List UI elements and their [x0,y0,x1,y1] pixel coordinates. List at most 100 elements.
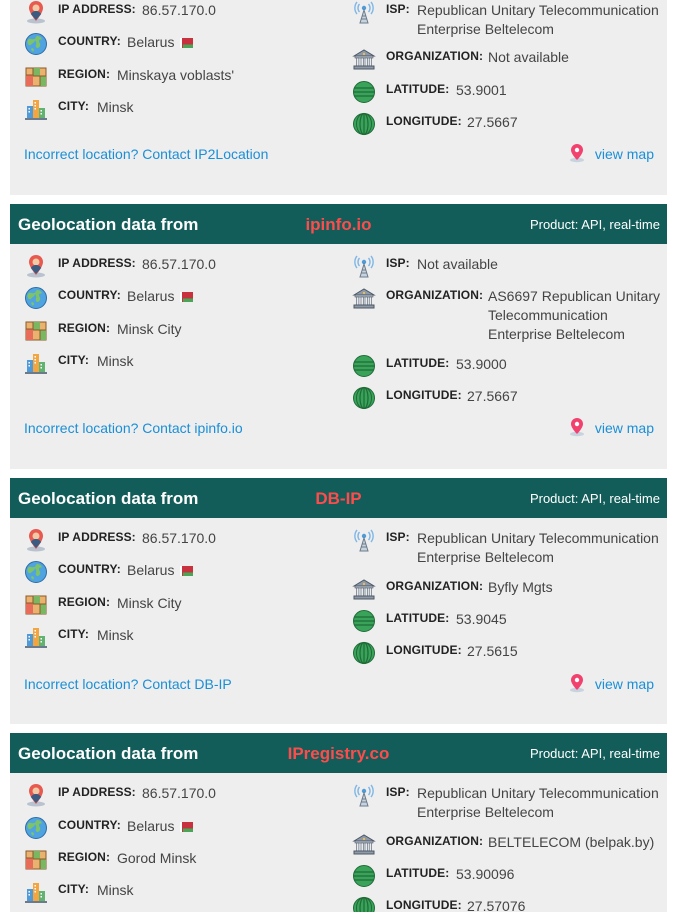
geolocation-card: Geolocation data from DB-IP Product: API, … [10,478,667,724]
region-label: REGION: [58,321,111,335]
info-row-isp: ISP: Republican Unitary Telecommunication… [352,783,659,820]
view-map-link[interactable]: view map [567,143,654,163]
region-value: Minsk City [117,321,182,337]
organization-building-icon [352,577,376,601]
city-label: CITY: [58,882,89,896]
region-value: Gorod Minsk [117,850,197,866]
info-row-city: CITY: Minsk [24,351,324,375]
isp-value-line: Enterprise Beltelecom [417,804,554,820]
isp-label: ISP: [386,2,410,16]
map-pin-icon [567,673,587,693]
ip-label: IP ADDRESS: [58,2,136,16]
latitude-globe-icon [352,609,376,633]
info-row-org: ORGANIZATION: BELTELECOM (belpak.by) [352,832,654,856]
info-row-org: ORGANIZATION: AS6697 Republican Unitary Te… [352,286,660,342]
region-map-icon [24,593,48,617]
antenna-tower-icon [352,528,376,552]
region-label: REGION: [58,67,111,81]
info-row-region: REGION: Minsk City [24,319,324,343]
incorrect-location-link[interactable]: Incorrect location? Contact IP2Location [24,146,268,162]
product-info: Product: API, real-time [529,491,660,506]
org-value-line: Enterprise Beltelecom [488,326,625,342]
antenna-tower-icon [352,254,376,278]
product-info: Product: API, real-time [529,746,660,761]
info-row-region: REGION: Gorod Minsk [24,848,324,872]
antenna-tower-icon [352,783,376,807]
lat-label: LATITUDE: [386,356,450,370]
view-map-link[interactable]: view map [567,673,654,693]
globe-icon [24,560,48,584]
info-row-lat: LATITUDE: 53.9045 [352,609,652,633]
city-value: Minsk [97,353,134,369]
org-label: ORGANIZATION: [386,49,484,63]
map-pin-icon [567,143,587,163]
info-row-country: COUNTRY: Belarus [24,560,324,584]
isp-value-line: Not available [417,256,498,272]
card-header: Geolocation data from ipinfo.io Product: A… [10,204,667,244]
product-info: Product: API, real-time [529,217,660,232]
org-value-line: Not available [488,49,569,65]
org-value-line: Byfly Mgts [488,579,553,595]
info-row-ip: IP ADDRESS: 86.57.170.0 [24,254,324,278]
city-value: Minsk [97,882,134,898]
latitude-globe-icon [352,864,376,888]
ip-label: IP ADDRESS: [58,785,136,799]
info-row-ip: IP ADDRESS: 86.57.170.0 [24,528,324,552]
view-map-link[interactable]: view map [567,417,654,437]
lon-value: 27.5615 [467,643,518,659]
country-label: COUNTRY: [58,34,121,48]
lat-label: LATITUDE: [386,82,450,96]
card-header: Geolocation data from DB-IP Product: API, … [10,478,667,518]
org-label: ORGANIZATION: [386,288,484,302]
info-row-lat: LATITUDE: 53.90096 [352,864,652,888]
info-row-lat: LATITUDE: 53.9001 [352,80,652,104]
belarus-flag-icon [180,822,193,832]
city-label: CITY: [58,353,89,367]
incorrect-location-link[interactable]: Incorrect location? Contact DB-IP [24,676,232,692]
city-value: Minsk [97,627,134,643]
ip-value: 86.57.170.0 [142,530,216,546]
city-value: Minsk [97,99,134,115]
region-value: Minskaya voblasts' [117,67,235,83]
info-row-lon: LONGITUDE: 27.5667 [352,112,652,136]
longitude-globe-icon [352,896,376,912]
ip-person-pin-icon [24,254,48,278]
organization-building-icon [352,286,376,310]
geolocation-card: Geolocation data from ipinfo.io Product: A… [10,204,667,469]
info-row-ip: IP ADDRESS: 86.57.170.0 [24,0,324,24]
lon-value: 27.5667 [467,114,518,130]
info-row-city: CITY: Minsk [24,97,324,121]
latitude-globe-icon [352,354,376,378]
globe-icon [24,286,48,310]
isp-value-line: Enterprise Beltelecom [417,549,554,565]
incorrect-location-link[interactable]: Incorrect location? Contact ipinfo.io [24,420,243,436]
info-row-city: CITY: Minsk [24,625,324,649]
latitude-globe-icon [352,80,376,104]
info-row-lat: LATITUDE: 53.9000 [352,354,652,378]
card-header: Geolocation data from IPregistry.co Produc… [10,733,667,773]
lon-label: LONGITUDE: [386,643,462,657]
country-value: Belarus [127,34,175,50]
geolocation-card: IP ADDRESS: 86.57.170.0 COUNTRY: Belarus REG… [10,0,667,195]
isp-label: ISP: [386,530,410,544]
ip-value: 86.57.170.0 [142,2,216,18]
view-map-label: view map [594,146,654,162]
info-row-country: COUNTRY: Belarus [24,32,324,56]
antenna-tower-icon [352,0,376,24]
geolocation-page: IP ADDRESS: 86.57.170.0 COUNTRY: Belarus REG… [0,0,686,912]
org-label: ORGANIZATION: [386,579,484,593]
ip-person-pin-icon [24,528,48,552]
lat-value: 53.9045 [456,611,507,627]
organization-building-icon [352,832,376,856]
lon-value: 27.5667 [467,388,518,404]
info-row-lon: LONGITUDE: 27.57076 [352,896,652,912]
ip-person-pin-icon [24,783,48,807]
region-map-icon [24,65,48,89]
info-row-isp: ISP: Not available [352,254,652,278]
isp-value-line: Republican Unitary Telecommunication [417,530,659,546]
lon-value: 27.57076 [467,898,526,912]
view-map-label: view map [594,420,654,436]
longitude-globe-icon [352,112,376,136]
city-label: CITY: [58,627,89,641]
map-pin-icon [567,417,587,437]
